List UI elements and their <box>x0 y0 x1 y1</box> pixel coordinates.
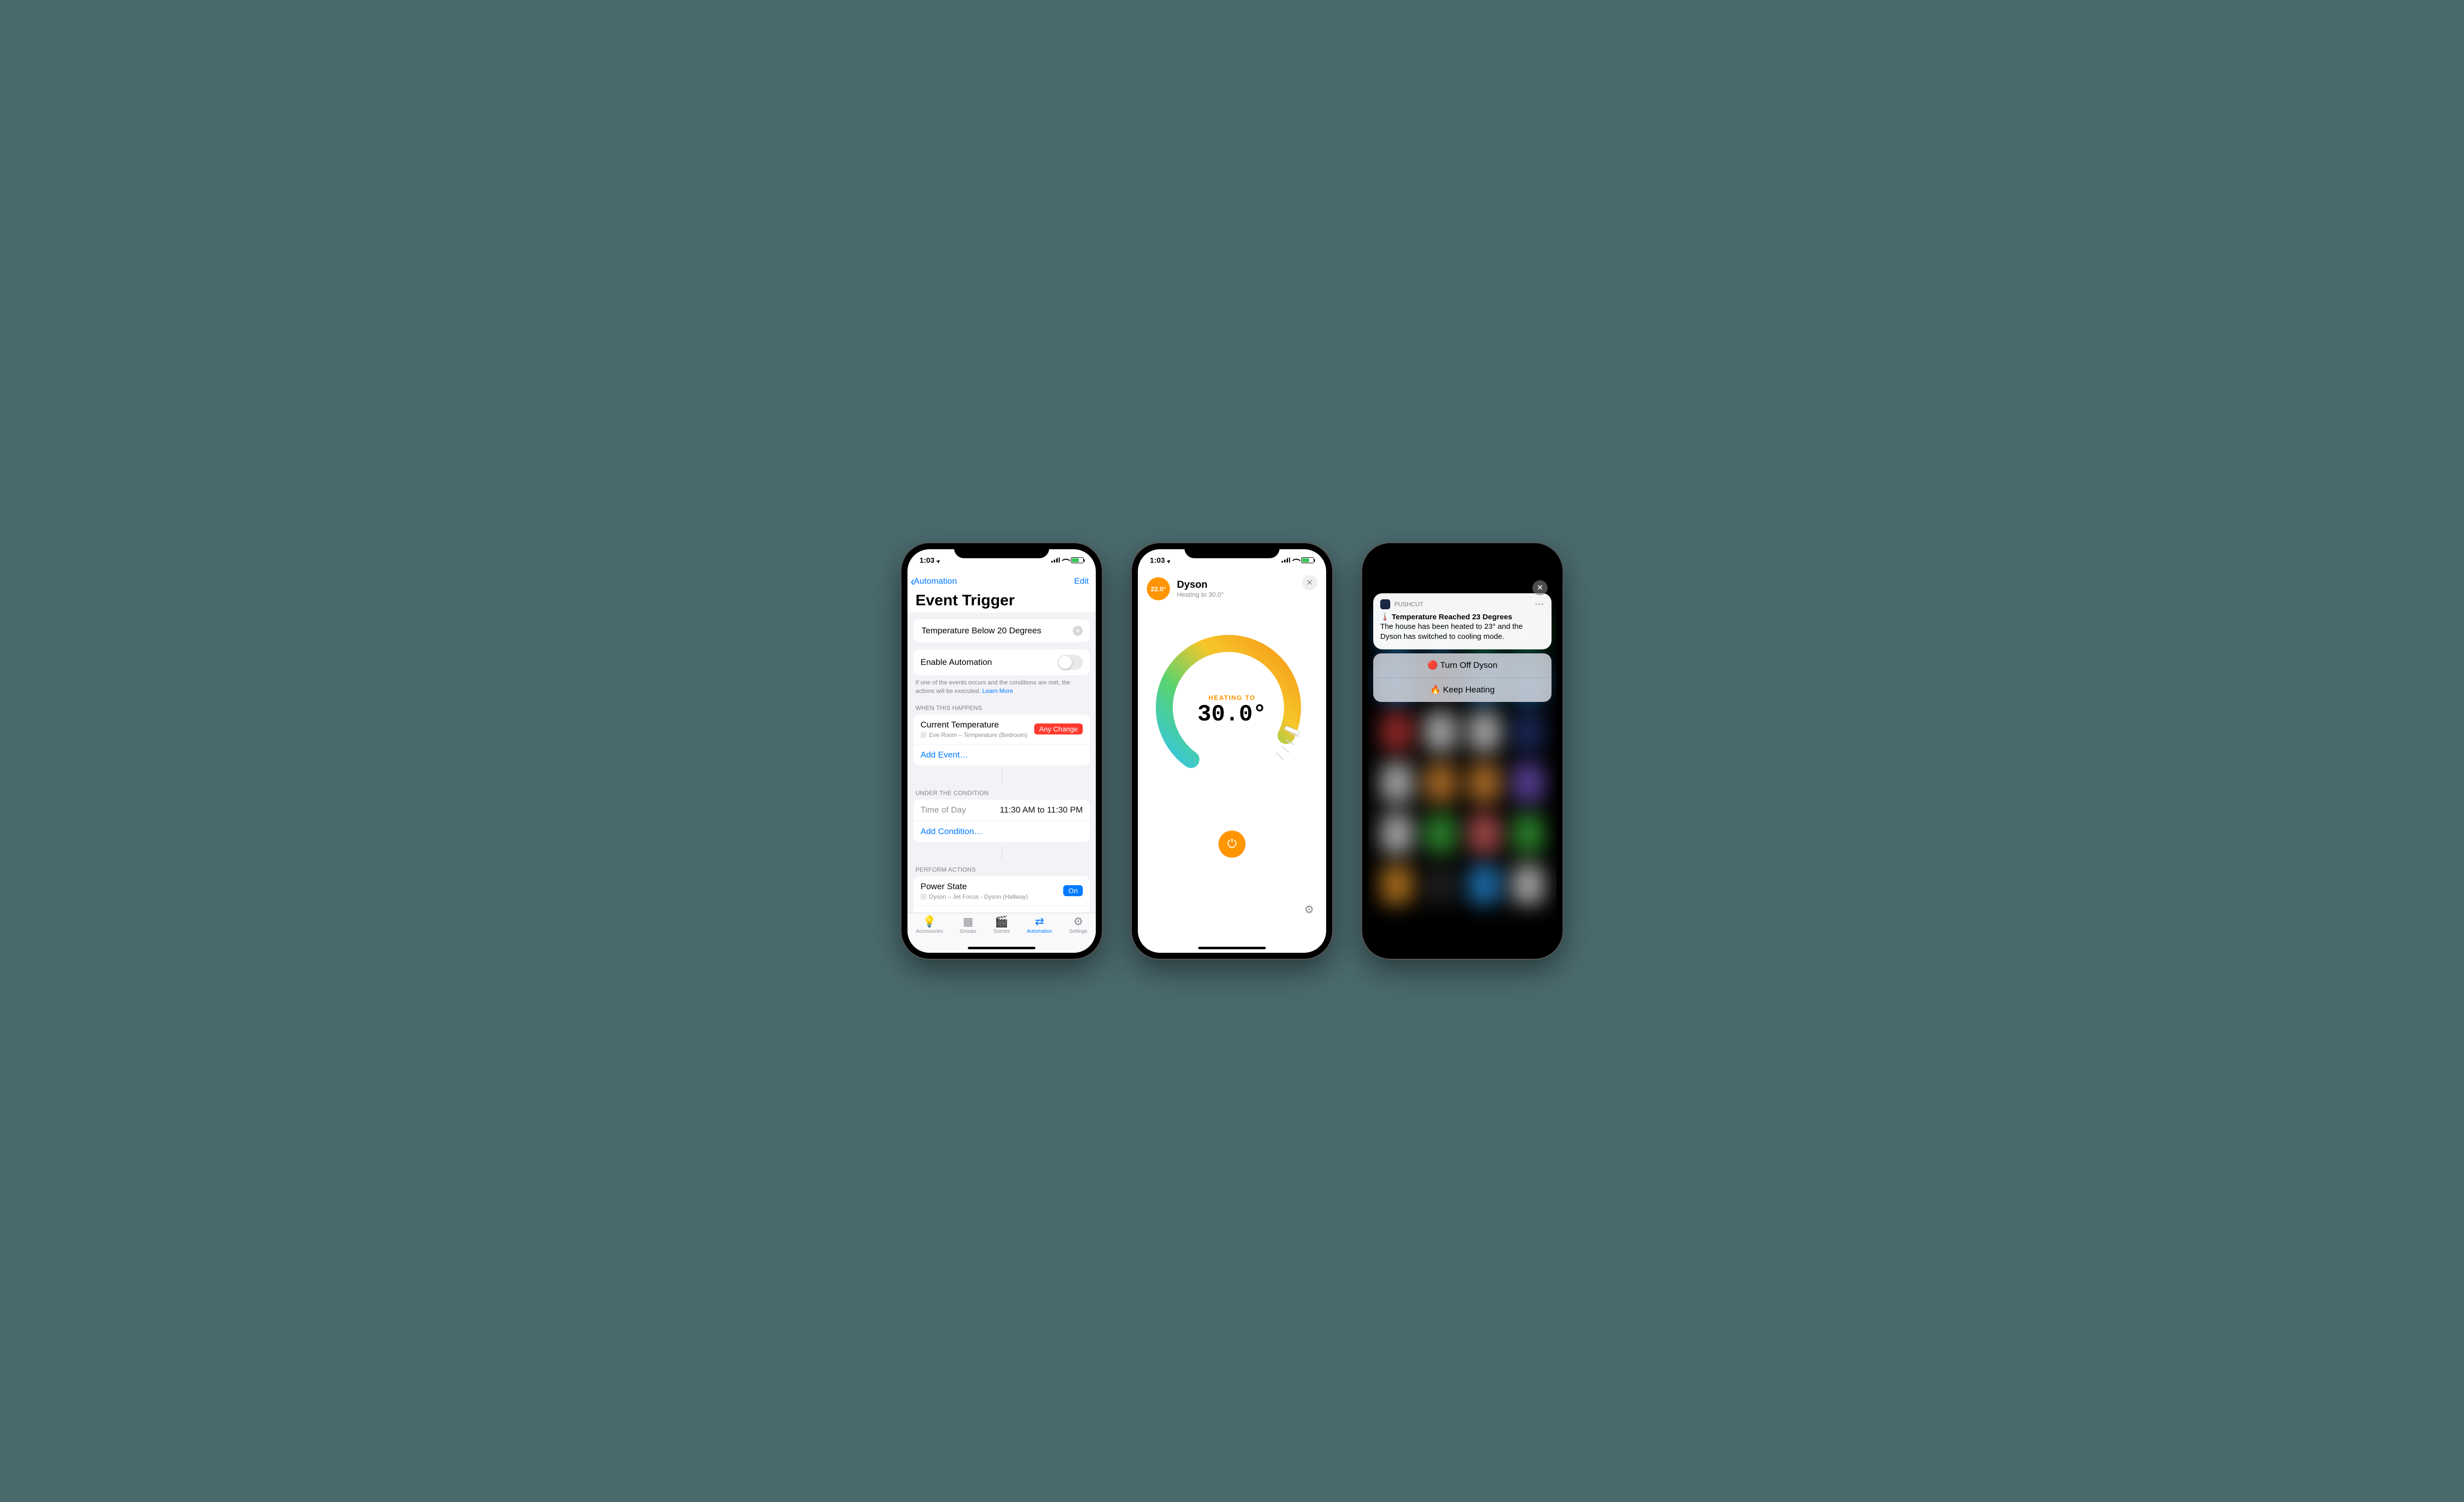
tab-scenes[interactable]: 🎬Scenes <box>993 916 1010 934</box>
automation-icon: ⇄ <box>1035 916 1044 927</box>
enable-hint: If one of the events occurs and the cond… <box>907 675 1096 695</box>
thermostat-header: 22.0° Dyson Heating to 30.0° <box>1138 571 1326 600</box>
event-title: Current Temperature <box>920 720 1034 730</box>
tab-automation[interactable]: ⇄Automation <box>1027 916 1052 934</box>
cellular-icon <box>1282 556 1290 565</box>
device-icon <box>920 894 927 900</box>
condition-title: Time of Day <box>920 805 1000 815</box>
home-indicator[interactable] <box>1198 947 1266 949</box>
learn-more-link[interactable]: Learn More <box>982 687 1013 694</box>
notch <box>1184 543 1280 558</box>
status-time: 1:03 <box>919 556 941 565</box>
dial-readout: HEATING TO 30.0° <box>1152 630 1312 791</box>
status-right <box>1282 556 1314 565</box>
screen-notification: ✕ PUSHCUT ••• 🌡️ Temperature Reached 23 … <box>1368 549 1557 953</box>
location-icon <box>1165 556 1171 565</box>
add-condition-button[interactable]: Add Condition… <box>913 821 1090 842</box>
notification-title: 🌡️ Temperature Reached 23 Degrees <box>1380 612 1545 621</box>
close-button[interactable]: ✕ <box>1302 575 1317 590</box>
status-right <box>1051 556 1084 565</box>
device-name: Dyson <box>1177 579 1223 591</box>
action-turn-off[interactable]: 🔴 Turn Off Dyson <box>1373 653 1552 678</box>
notification-card[interactable]: PUSHCUT ••• 🌡️ Temperature Reached 23 De… <box>1373 593 1552 649</box>
notification-actions: 🔴 Turn Off Dyson 🔥 Keep Heating <box>1373 653 1552 702</box>
action-badge: On <box>1063 885 1083 896</box>
wifi-icon <box>1062 556 1068 565</box>
status-time: 1:03 <box>1150 556 1171 565</box>
section-when-header: WHEN THIS HAPPENS <box>907 695 1096 714</box>
notification-body: The house has been heated to 23° and the… <box>1380 622 1545 642</box>
notch <box>1415 543 1510 558</box>
app-name: PUSHCUT <box>1394 601 1423 608</box>
phone-frame: 1:03 ‹ Automation Edit Event Trigger ✕ <box>901 543 1102 959</box>
enable-switch[interactable] <box>1058 655 1083 670</box>
screen-thermostat: 1:03 ✕ 22.0° Dyson Heating to 30.0° <box>1138 549 1326 953</box>
clear-text-icon[interactable]: ✕ <box>1073 626 1083 636</box>
enable-label: Enable Automation <box>920 657 992 667</box>
current-temp-badge: 22.0° <box>1147 577 1170 600</box>
back-label: Automation <box>914 576 957 586</box>
section-actions-header: PERFORM ACTIONS <box>907 864 1096 876</box>
clapper-icon: 🎬 <box>995 916 1008 927</box>
back-button[interactable]: ‹ Automation <box>910 574 957 589</box>
edit-button[interactable]: Edit <box>1074 576 1089 586</box>
settings-button[interactable]: ⚙ <box>1302 903 1316 917</box>
cellular-icon <box>1051 556 1060 565</box>
action-title: Power State <box>920 882 1063 892</box>
nav-bar: ‹ Automation Edit <box>907 571 1096 591</box>
notification-header: PUSHCUT ••• <box>1380 599 1545 609</box>
trigger-name-field[interactable]: ✕ <box>913 619 1090 642</box>
add-event-button[interactable]: Add Event… <box>913 744 1090 766</box>
action-heatercooler-row[interactable]: Target Heater Cooler State Dyson (Hallwa… <box>913 906 1090 913</box>
notch <box>954 543 1049 558</box>
action-power-row[interactable]: Power State Dyson – Jet Focus - Dyson (H… <box>913 876 1090 906</box>
condition-value: 11:30 AM to 11:30 PM <box>1000 805 1083 815</box>
dial-value: 30.0° <box>1197 701 1267 727</box>
condition-row[interactable]: Time of Day 11:30 AM to 11:30 PM <box>913 800 1090 821</box>
home-indicator[interactable] <box>968 947 1036 949</box>
battery-icon <box>1301 557 1314 563</box>
content-scroll[interactable]: ✕ Enable Automation If one of the events… <box>907 612 1096 913</box>
power-icon: ⏻ <box>1227 837 1237 851</box>
device-status: Heating to 30.0° <box>1177 591 1223 598</box>
power-button[interactable]: ⏻ <box>1218 831 1246 858</box>
wifi-icon <box>1293 556 1299 565</box>
location-icon <box>935 556 941 565</box>
phone-frame: ✕ PUSHCUT ••• 🌡️ Temperature Reached 23 … <box>1362 543 1563 959</box>
sensor-icon <box>920 732 927 738</box>
tab-groups[interactable]: ▦Groups <box>960 916 977 934</box>
page-title: Event Trigger <box>907 591 1096 612</box>
lightbulb-icon: 💡 <box>922 916 936 927</box>
phone-frame: 1:03 ✕ 22.0° Dyson Heating to 30.0° <box>1132 543 1332 959</box>
enable-automation-row[interactable]: Enable Automation <box>913 649 1090 675</box>
action-keep-heating[interactable]: 🔥 Keep Heating <box>1373 678 1552 702</box>
thermostat-dial[interactable]: HEATING TO 30.0° <box>1152 630 1312 791</box>
groups-icon: ▦ <box>963 916 974 927</box>
dial-label: HEATING TO <box>1208 694 1256 701</box>
gear-icon: ⚙ <box>1304 903 1314 916</box>
dismiss-button[interactable]: ✕ <box>1532 580 1548 595</box>
event-badge: Any Change <box>1034 723 1083 734</box>
more-icon[interactable]: ••• <box>1535 601 1545 608</box>
action-source: Dyson – Jet Focus - Dyson (Hallway) <box>929 893 1028 900</box>
event-row[interactable]: Current Temperature Eve Room – Temperatu… <box>913 714 1090 744</box>
event-source: Eve Room – Temperature (Bedroom) <box>929 731 1028 738</box>
section-condition-header: UNDER THE CONDITION <box>907 788 1096 800</box>
screen-automation: 1:03 ‹ Automation Edit Event Trigger ✕ <box>907 549 1096 953</box>
app-icon <box>1380 599 1390 609</box>
gear-icon: ⚙ <box>1073 916 1083 927</box>
battery-icon <box>1071 557 1084 563</box>
tab-accessories[interactable]: 💡Accessories <box>916 916 943 934</box>
tab-settings[interactable]: ⚙Settings <box>1069 916 1087 934</box>
trigger-name-input[interactable] <box>920 625 1073 636</box>
